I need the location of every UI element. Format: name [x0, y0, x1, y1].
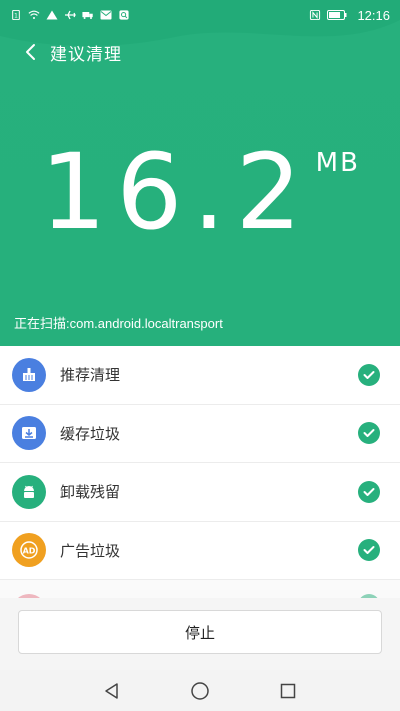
category-item-residual[interactable]: 卸载残留 [0, 463, 400, 522]
circle-home-icon [191, 681, 209, 700]
junk-size-unit: MB [315, 148, 360, 178]
nav-home-button[interactable] [190, 681, 210, 701]
category-label: 推荐清理 [60, 366, 121, 385]
mail-icon [100, 10, 112, 20]
ad-icon: AD [12, 533, 46, 568]
category-item-ads[interactable]: AD 广告垃圾 [0, 522, 400, 580]
back-button[interactable] [20, 41, 42, 63]
category-label: 缓存垃圾 [60, 424, 121, 443]
alert-triangle-icon [46, 10, 58, 20]
svg-text:AD: AD [23, 547, 36, 556]
svg-text:1: 1 [14, 14, 18, 20]
junk-size-value: 16.2 [40, 131, 312, 253]
search-app-icon [119, 10, 129, 20]
square-recents-icon [280, 683, 296, 698]
category-list: 推荐清理 缓存垃圾 卸载残留 AD 广告垃圾 [0, 346, 400, 580]
nav-recents-button[interactable] [278, 681, 298, 701]
bottom-action-area: 停止 [0, 598, 400, 670]
sim-icon: 1 [12, 10, 20, 20]
download-tray-icon [12, 416, 46, 451]
airplane-icon [65, 10, 76, 20]
scan-header: 1 12:16 建议清理 16.2 MB 正在扫描:com.android.lo… [0, 0, 400, 346]
system-nav-bar [0, 670, 400, 711]
triangle-back-icon [105, 682, 118, 699]
cleanup-screen: 1 12:16 建议清理 16.2 MB 正在扫描:com.android.lo… [0, 0, 400, 711]
truck-icon [82, 12, 93, 20]
checkmark-icon[interactable] [358, 480, 380, 503]
stop-button[interactable]: 停止 [18, 610, 382, 654]
category-item-cache[interactable]: 缓存垃圾 [0, 405, 400, 463]
status-time: 12:16 [357, 7, 390, 23]
status-bar: 1 12:16 [0, 0, 400, 30]
scan-status-text: 正在扫描:com.android.localtransport [14, 316, 223, 331]
title-bar: 建议清理 [0, 34, 400, 70]
checkmark-icon[interactable] [358, 363, 380, 386]
category-label: 卸载残留 [60, 483, 121, 502]
nfc-icon [310, 10, 321, 20]
wifi-icon [28, 10, 40, 20]
category-item-recommended[interactable]: 推荐清理 [0, 346, 400, 405]
nav-back-button[interactable] [102, 681, 122, 701]
checkmark-icon[interactable] [358, 539, 380, 562]
status-icons-left: 1 [10, 10, 130, 20]
checkmark-icon[interactable] [358, 422, 380, 445]
status-icons-right: 12:16 [309, 8, 390, 23]
category-label: 广告垃圾 [60, 541, 121, 560]
page-title: 建议清理 [50, 44, 122, 65]
battery-icon [327, 10, 347, 20]
android-icon [12, 474, 46, 509]
junk-size-display: 16.2 MB [0, 140, 400, 250]
chevron-left-icon [26, 44, 35, 60]
broom-icon [12, 357, 46, 392]
